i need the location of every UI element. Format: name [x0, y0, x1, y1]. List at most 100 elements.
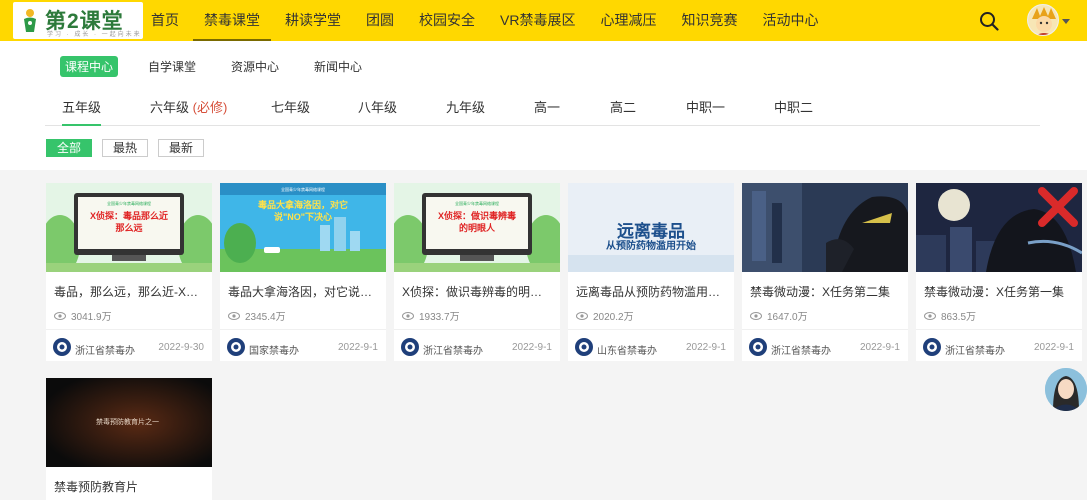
svg-text:全国青少年禁毒网络课程: 全国青少年禁毒网络课程	[455, 200, 499, 206]
thumbnail-text: 毒品大拿海洛因，对它说"NO"下决心	[257, 200, 348, 222]
view-count-value: 3041.9万	[71, 312, 112, 323]
nav-item-farming-study[interactable]: 耕读学堂	[274, 0, 352, 41]
grade-tab-9[interactable]: 九年级	[446, 97, 485, 116]
grade-tab-7[interactable]: 七年级	[271, 97, 310, 116]
thumbnail-text: 禁毒预防教育片之一	[96, 419, 159, 426]
sub-tabs: 课程中心 自学课堂 资源中心 新闻中心	[60, 56, 392, 77]
course-title: 远离毒品从预防药物滥用开始	[576, 285, 726, 299]
org-name: 浙江省禁毒办	[423, 346, 483, 357]
card-divider	[568, 329, 734, 330]
eye-icon	[924, 311, 936, 320]
logo-slogan: 学习 · 成长 · 一起向未来	[47, 32, 142, 38]
site-logo[interactable]: 第2课堂 学习 · 成长 · 一起向未来	[13, 2, 143, 39]
publish-date: 2022-9-1	[685, 342, 726, 353]
eye-icon	[228, 311, 240, 320]
course-thumbnail	[742, 183, 908, 272]
org-badge-icon	[923, 338, 941, 356]
course-title: 禁毒微动漫：X任务第一集	[924, 285, 1065, 299]
grade-tab-8[interactable]: 八年级	[358, 97, 397, 116]
grade-tab-vocational-1[interactable]: 中职一	[686, 97, 725, 116]
course-title: 毒品，那么远，那么近-X侦探	[54, 285, 204, 299]
course-thumbnail: 全国青少年禁毒网络课程 毒品大拿海洛因，对它说"NO"下决心	[220, 183, 386, 272]
avatar-icon	[1028, 5, 1058, 35]
card-divider	[46, 329, 212, 330]
top-header: 第2课堂 学习 · 成长 · 一起向未来 首页 禁毒课堂 耕读学堂 团圆 校园安…	[0, 0, 1087, 41]
grade-tab-6[interactable]: 六年级 (必修)	[150, 97, 227, 116]
tab-news-center[interactable]: 新闻中心	[309, 56, 367, 77]
nav-item-reunion[interactable]: 团圆	[355, 0, 405, 41]
grade-tab-6-label: 六年级	[150, 100, 190, 115]
org-name: 浙江省禁毒办	[945, 346, 1005, 357]
course-card[interactable]: 全国青少年禁毒网络课程 毒品大拿海洛因，对它说"NO"下决心 毒品大拿海洛因，对…	[220, 183, 386, 361]
grade-tab-vocational-2[interactable]: 中职二	[774, 97, 813, 116]
main-nav: 首页 禁毒课堂 耕读学堂 团圆 校园安全 VR禁毒展区 心理减压 知识竞赛 活动…	[140, 0, 832, 41]
card-divider	[394, 329, 560, 330]
nav-item-mental-relief[interactable]: 心理减压	[589, 0, 667, 41]
course-thumbnail	[916, 183, 1082, 272]
tab-course-center[interactable]: 课程中心	[60, 56, 119, 77]
course-card[interactable]: 远离毒品 从预防药物滥用开始 远离毒品从预防药物滥用开始 2020.2万 山东省…	[568, 183, 734, 361]
publish-date: 2022-9-30	[158, 342, 204, 353]
grade-tab-5[interactable]: 五年级	[62, 97, 102, 126]
view-count-value: 1647.0万	[767, 312, 808, 323]
customer-service-button[interactable]	[1045, 368, 1087, 411]
tab-resource-center[interactable]: 资源中心	[226, 56, 284, 77]
nav-item-home[interactable]: 首页	[140, 0, 190, 41]
customer-service-icon	[1045, 368, 1087, 411]
svg-text:全国青少年禁毒网络课程: 全国青少年禁毒网络课程	[107, 200, 151, 206]
view-count-value: 863.5万	[941, 312, 977, 323]
view-count: 863.5万	[924, 308, 976, 323]
avatar-dropdown-caret[interactable]	[1062, 19, 1070, 24]
nav-item-activity-center[interactable]: 活动中心	[751, 0, 829, 41]
course-thumbnail: 禁毒预防教育片之一	[46, 378, 212, 467]
thumbnail-subtext: 从预防药物滥用开始	[606, 241, 696, 252]
eye-icon	[402, 311, 414, 320]
nav-item-quiz[interactable]: 知识竞赛	[670, 0, 748, 41]
org-badge-icon	[401, 338, 419, 356]
course-card[interactable]: 全国青少年禁毒网络课程 X侦探：做识毒辨毒的明眼人 X侦探：做识毒辨毒的明眼人 …	[394, 183, 560, 361]
course-card[interactable]: 禁毒预防教育片之一 禁毒预防教育片	[46, 378, 212, 500]
org-badge-icon	[53, 338, 71, 356]
filter-panel: 课程中心 自学课堂 资源中心 新闻中心 五年级 六年级 (必修) 七年级 八年级…	[0, 41, 1087, 170]
nav-item-vr-exhibit[interactable]: VR禁毒展区	[489, 0, 586, 41]
grade-tab-senior-2[interactable]: 高二	[610, 97, 636, 116]
thumbnail-text: X侦探：毒品那么近那么远	[89, 211, 168, 233]
org-badge-icon	[575, 338, 593, 356]
publish-date: 2022-9-1	[337, 342, 378, 353]
course-title: 禁毒微动漫：X任务第二集	[750, 285, 891, 299]
search-icon[interactable]	[979, 11, 999, 31]
grade-tab-senior-1[interactable]: 高一	[534, 97, 560, 116]
eye-icon	[576, 311, 588, 320]
sort-options: 全部 最热 最新	[46, 139, 214, 157]
eye-icon	[750, 311, 762, 320]
card-divider	[742, 329, 908, 330]
view-count: 1933.7万	[402, 308, 460, 323]
publish-date: 2022-9-1	[859, 342, 900, 353]
view-count: 2345.4万	[228, 308, 286, 323]
view-count: 2020.2万	[576, 308, 634, 323]
course-card[interactable]: 禁毒微动漫：X任务第一集 863.5万 浙江省禁毒办 2022-9-1	[916, 183, 1082, 361]
sort-hot[interactable]: 最热	[102, 139, 149, 157]
course-thumbnail: 远离毒品 从预防药物滥用开始	[568, 183, 734, 272]
svg-text:全国青少年禁毒网络课程: 全国青少年禁毒网络课程	[281, 186, 325, 192]
required-note: (必修)	[192, 100, 228, 115]
course-title: X侦探：做识毒辨毒的明眼人	[402, 285, 552, 299]
course-title: 毒品大拿海洛因，对它说NO下决心	[228, 285, 378, 299]
org-name: 浙江省禁毒办	[771, 346, 831, 357]
logo-icon	[24, 9, 36, 32]
eye-icon	[54, 311, 66, 320]
card-divider	[220, 329, 386, 330]
org-badge-icon	[749, 338, 767, 356]
view-count: 3041.9万	[54, 308, 112, 323]
sort-newest[interactable]: 最新	[158, 139, 205, 157]
publish-date: 2022-9-1	[1033, 342, 1074, 353]
course-card[interactable]: 全国青少年禁毒网络课程 X侦探：毒品那么近那么远 毒品，那么远，那么近-X侦探 …	[46, 183, 212, 361]
tab-self-study[interactable]: 自学课堂	[143, 56, 201, 77]
user-avatar[interactable]	[1027, 4, 1059, 36]
sort-all[interactable]: 全部	[46, 139, 93, 157]
nav-item-drug-class[interactable]: 禁毒课堂	[193, 0, 271, 41]
course-card[interactable]: 禁毒微动漫：X任务第二集 1647.0万 浙江省禁毒办 2022-9-1	[742, 183, 908, 361]
view-count-value: 1933.7万	[419, 312, 460, 323]
org-name: 浙江省禁毒办	[75, 346, 135, 357]
nav-item-campus-safety[interactable]: 校园安全	[408, 0, 486, 41]
